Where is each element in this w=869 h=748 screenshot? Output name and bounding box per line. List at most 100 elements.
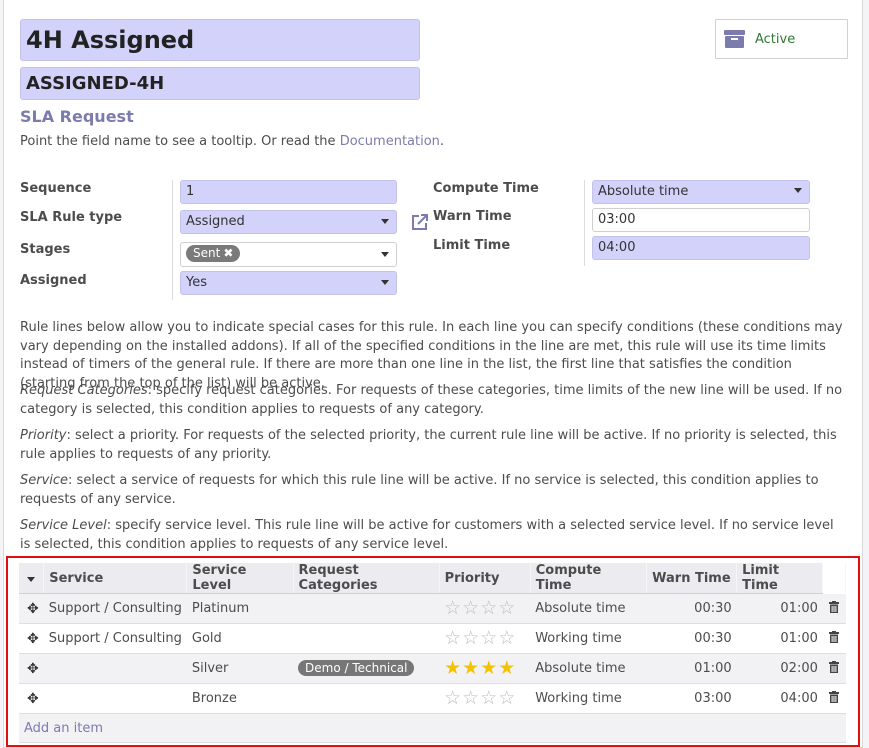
column-header-service-level[interactable]: Service Level (186, 563, 294, 594)
priority-star-icon[interactable]: ☆ (498, 687, 516, 709)
priority-star-icon[interactable]: ☆ (444, 597, 462, 619)
compute-time-select[interactable]: Absolute time (592, 180, 810, 204)
table-row[interactable]: ✥ Support / Consulting Gold ☆☆☆☆ Working tim… (19, 623, 846, 654)
cell-service-level[interactable]: Platinum (186, 593, 294, 624)
cell-priority[interactable]: ★★★★ (439, 653, 531, 684)
cell-compute-time[interactable]: Working time (530, 683, 647, 714)
cell-service-level[interactable]: Silver (186, 653, 294, 684)
cell-request-categories[interactable] (293, 683, 440, 714)
column-header-warn-time[interactable]: Warn Time (646, 563, 738, 594)
cell-service[interactable]: Support / Consulting (43, 593, 187, 624)
table-row[interactable]: ✥ Bronze ☆☆☆☆ Working time 03:00 04:00 (19, 683, 846, 714)
cell-service[interactable] (43, 683, 187, 714)
chevron-down-icon (381, 219, 389, 224)
sort-column-header[interactable] (19, 563, 45, 594)
priority-star-icon[interactable]: ☆ (498, 627, 516, 649)
column-header-compute-time[interactable]: Compute Time (530, 563, 648, 594)
priority-star-icon[interactable]: ☆ (462, 687, 480, 709)
drag-handle-icon[interactable]: ✥ (27, 691, 39, 707)
cell-service[interactable] (43, 653, 187, 684)
assigned-label: Assigned (20, 273, 87, 288)
chevron-down-icon (794, 188, 802, 193)
priority-star-icon[interactable]: ☆ (498, 597, 516, 619)
priority-star-icon[interactable]: ☆ (480, 627, 498, 649)
priority-star-icon[interactable]: ★ (444, 657, 462, 679)
hint-text: Point the field name to see a tooltip. O… (20, 134, 336, 149)
drag-handle-icon[interactable]: ✥ (27, 601, 39, 617)
cell-limit-time[interactable]: 01:00 (736, 623, 823, 654)
cell-service-level[interactable]: Gold (186, 623, 294, 654)
column-header-service[interactable]: Service (43, 563, 188, 594)
priority-star-icon[interactable]: ☆ (462, 627, 480, 649)
cell-priority[interactable]: ☆☆☆☆ (439, 683, 531, 714)
rule-code-field[interactable]: ASSIGNED-4H (20, 67, 420, 100)
trash-icon[interactable] (829, 600, 840, 613)
limit-time-input[interactable]: 04:00 (592, 236, 810, 260)
cell-service-level[interactable]: Bronze (186, 683, 294, 714)
drag-cell[interactable]: ✥ (19, 653, 44, 684)
active-toggle-button[interactable]: Active (715, 19, 848, 59)
cell-compute-time[interactable]: Absolute time (530, 593, 647, 624)
stages-many2many[interactable]: Sent ✖ (180, 242, 397, 267)
column-header-priority[interactable]: Priority (439, 563, 531, 594)
archive-box-icon (724, 30, 745, 48)
priority-star-icon[interactable]: ☆ (444, 687, 462, 709)
assigned-value: Yes (186, 275, 207, 290)
drag-handle-icon[interactable]: ✥ (27, 661, 39, 677)
table-row[interactable]: ✥ Support / Consulting Platinum ☆☆☆☆ Absolut… (19, 593, 846, 624)
sequence-input[interactable]: 1 (180, 180, 397, 204)
cell-request-categories[interactable] (293, 623, 440, 654)
rule-name-field[interactable]: 4H Assigned (20, 19, 420, 61)
priority-star-icon[interactable]: ☆ (480, 597, 498, 619)
drag-cell[interactable]: ✥ (19, 683, 44, 714)
documentation-link[interactable]: Documentation (340, 134, 440, 149)
cell-request-categories[interactable] (293, 593, 440, 624)
field-separator (584, 180, 585, 266)
categories-help-term: Request Categories (20, 383, 148, 398)
priority-star-icon[interactable]: ★ (462, 657, 480, 679)
drag-cell[interactable]: ✥ (19, 623, 44, 654)
cell-compute-time[interactable]: Absolute time (530, 653, 647, 684)
trash-icon[interactable] (829, 690, 840, 703)
cell-warn-time[interactable]: 01:00 (646, 653, 737, 684)
priority-star-icon[interactable]: ☆ (462, 597, 480, 619)
drag-cell[interactable]: ✥ (19, 593, 44, 624)
add-item-cell: Add an item (19, 713, 846, 743)
drag-handle-icon[interactable]: ✥ (27, 631, 39, 647)
table-row[interactable]: ✥ Silver Demo / Technical ★★★★ Absolute time… (19, 653, 846, 684)
cell-limit-time[interactable]: 04:00 (736, 683, 823, 714)
cell-service[interactable]: Support / Consulting (43, 623, 187, 654)
add-item-link[interactable]: Add an item (24, 721, 103, 736)
delete-cell (822, 593, 846, 624)
cell-limit-time[interactable]: 01:00 (736, 593, 823, 624)
cell-warn-time[interactable]: 03:00 (646, 683, 737, 714)
stage-tag[interactable]: Sent ✖ (186, 245, 241, 262)
remove-tag-icon[interactable]: ✖ (223, 246, 233, 260)
priority-help: Priority: select a priority. For request… (20, 427, 846, 464)
cell-priority[interactable]: ☆☆☆☆ (439, 593, 531, 624)
service-level-help-term: Service Level (20, 518, 107, 533)
cell-limit-time[interactable]: 02:00 (736, 653, 823, 684)
external-link-icon[interactable] (410, 212, 430, 232)
priority-star-icon[interactable]: ★ (498, 657, 516, 679)
cell-warn-time[interactable]: 00:30 (646, 623, 737, 654)
cell-priority[interactable]: ☆☆☆☆ (439, 623, 531, 654)
trash-icon[interactable] (829, 660, 840, 673)
cell-compute-time[interactable]: Working time (530, 623, 647, 654)
field-separator (172, 180, 173, 300)
cell-request-categories[interactable]: Demo / Technical (293, 653, 440, 684)
priority-star-icon[interactable]: ☆ (444, 627, 462, 649)
service-help: Service: select a service of requests fo… (20, 472, 846, 509)
rule-lines-table: Service Service Level Request Categories… (19, 563, 846, 743)
warn-time-input[interactable]: 03:00 (592, 208, 810, 232)
column-header-request-categories[interactable]: Request Categories (293, 563, 440, 594)
trash-icon[interactable] (829, 630, 840, 643)
assigned-select[interactable]: Yes (180, 271, 397, 295)
priority-star-icon[interactable]: ★ (480, 657, 498, 679)
warn-time-label: Warn Time (433, 209, 512, 224)
table-header-row: Service Service Level Request Categories… (19, 563, 846, 594)
column-header-limit-time[interactable]: Limit Time (736, 563, 824, 594)
rule-type-select[interactable]: Assigned (180, 210, 397, 234)
cell-warn-time[interactable]: 00:30 (646, 593, 737, 624)
priority-star-icon[interactable]: ☆ (480, 687, 498, 709)
